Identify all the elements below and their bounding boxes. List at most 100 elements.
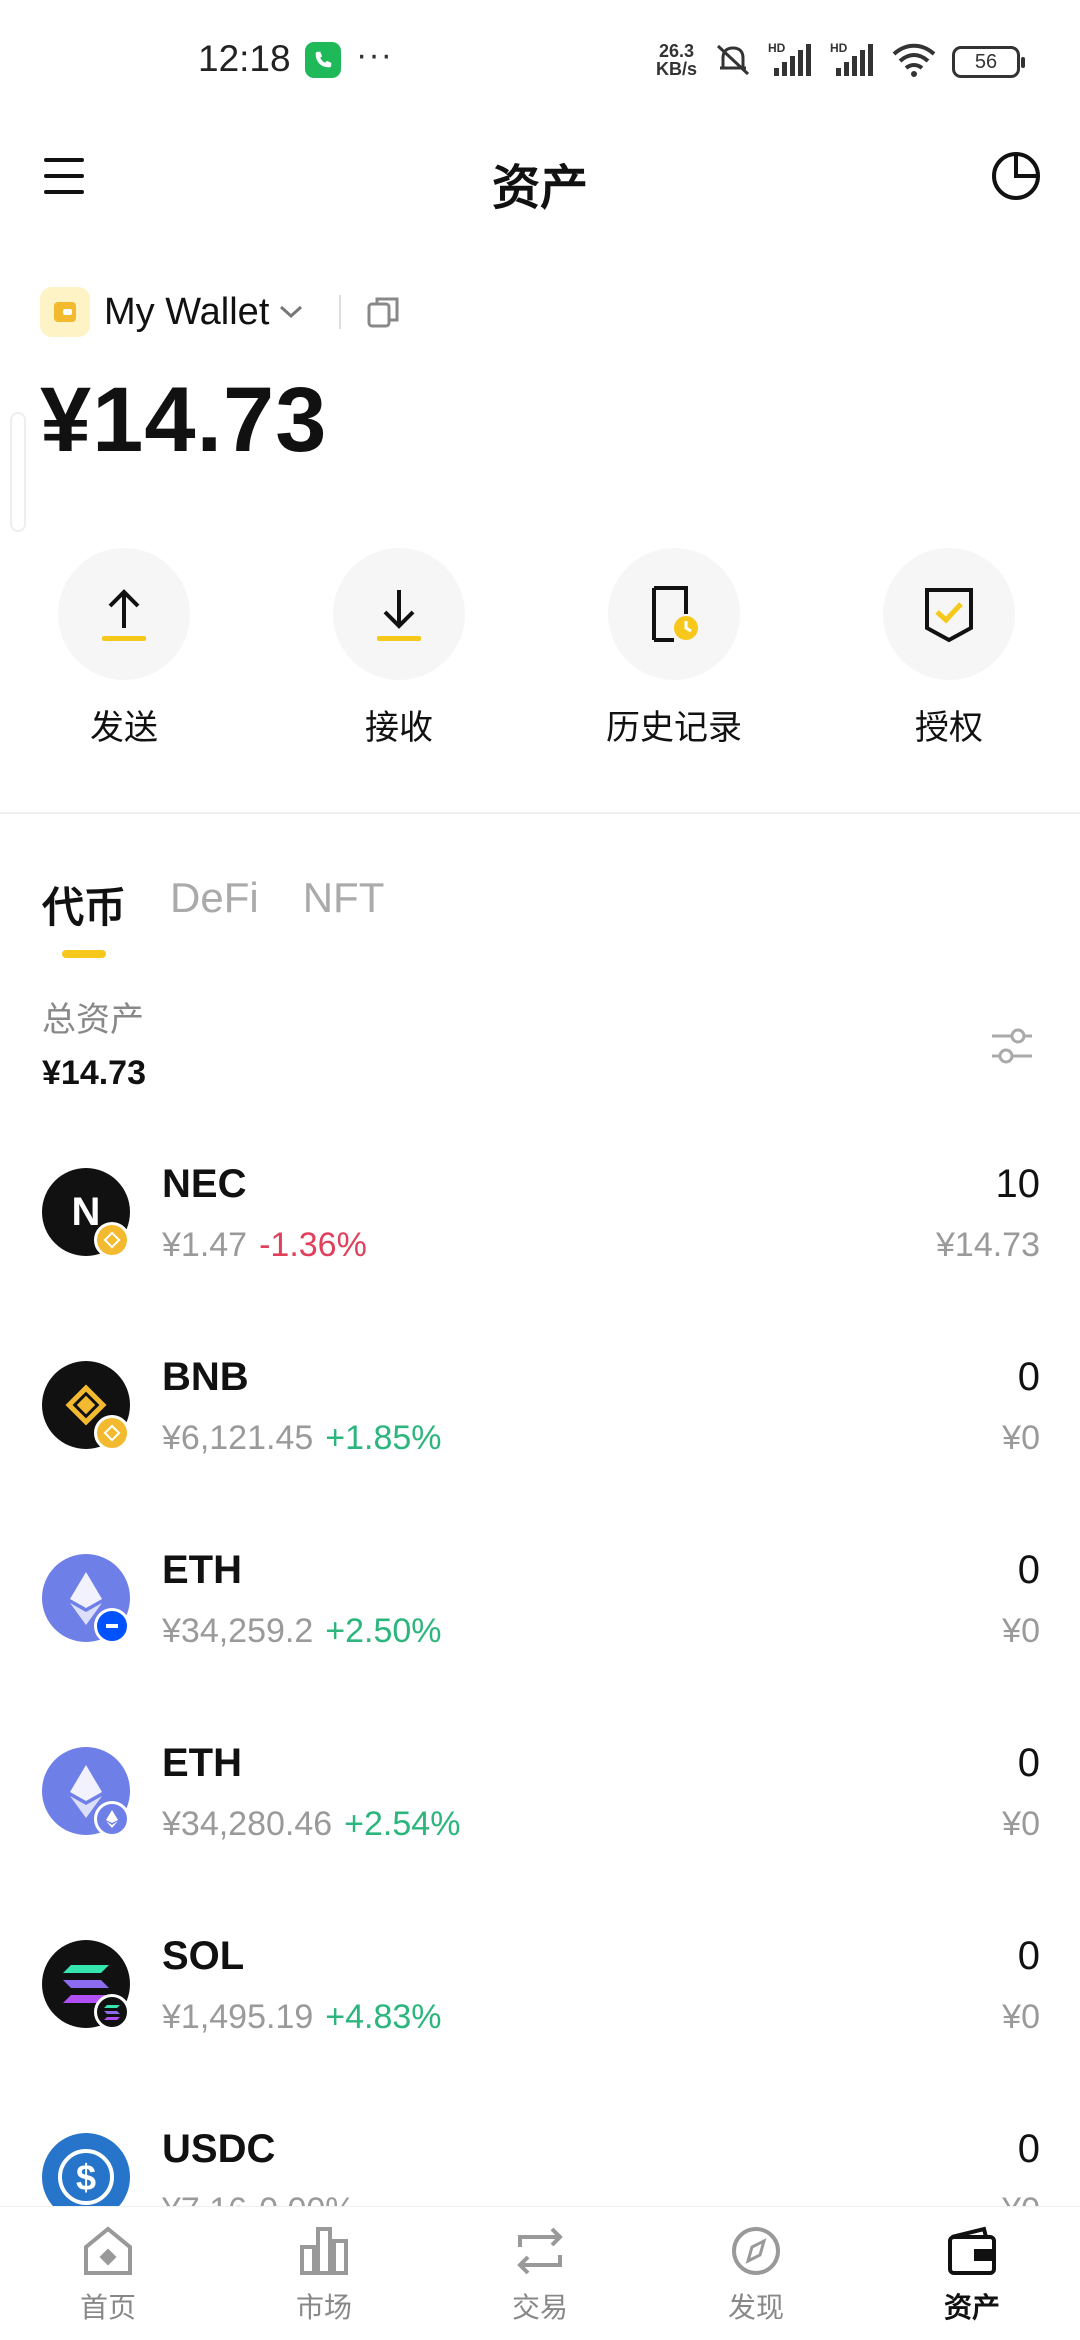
tab-indicator xyxy=(62,950,106,958)
wifi-icon xyxy=(892,43,936,77)
market-icon xyxy=(300,2227,348,2275)
token-row-bnb[interactable]: BNB ¥6,121.45 +1.85% 0 ¥0 xyxy=(0,1335,1080,1528)
token-symbol: NEC xyxy=(162,1162,247,1206)
authorize-icon xyxy=(883,548,1015,680)
token-value: ¥0 xyxy=(1002,1998,1040,2036)
token-change: -1.36% xyxy=(259,1226,367,1264)
svg-text:N: N xyxy=(72,1190,101,1234)
more-notifications-icon: ··· xyxy=(356,36,393,74)
pie-chart-icon[interactable] xyxy=(990,150,1042,202)
trade-icon xyxy=(517,2227,563,2275)
token-price: ¥6,121.45 +1.85% xyxy=(162,1419,442,1458)
wallet-selector[interactable]: My Wallet xyxy=(40,284,401,340)
ethereum-chain-badge-icon xyxy=(94,1801,130,1837)
top-bar: 资产 xyxy=(0,130,1080,226)
copy-icon[interactable] xyxy=(365,294,401,330)
token-row-nec[interactable]: N NEC ¥1.47 -1.36% 10 ¥14.73 xyxy=(0,1142,1080,1335)
wallet-balance: ¥14.73 xyxy=(40,369,328,471)
token-amount: 10 xyxy=(995,1162,1041,1206)
svg-text:$: $ xyxy=(76,2157,96,2198)
token-price-value: ¥1.47 xyxy=(162,1226,248,1264)
divider xyxy=(339,295,342,329)
authorize-label: 授权 xyxy=(915,709,983,747)
history-icon xyxy=(608,548,740,680)
svg-text:HD: HD xyxy=(768,41,786,55)
asset-tabs: 代币 DeFi NFT xyxy=(42,874,385,958)
solana-chain-badge-icon xyxy=(94,1994,130,2030)
base-chain-badge-icon xyxy=(94,1608,130,1644)
nav-market[interactable]: 市场 xyxy=(216,2207,432,2340)
nav-trade[interactable]: 交易 xyxy=(432,2207,648,2340)
receive-icon xyxy=(333,548,465,680)
token-row-eth[interactable]: ETH ¥34,280.46 +2.54% 0 ¥0 xyxy=(0,1721,1080,1914)
nav-home-label: 首页 xyxy=(79,2292,136,2323)
token-amount: 0 xyxy=(1017,1355,1040,1399)
token-row-sol[interactable]: SOL ¥1,495.19 +4.83% 0 ¥0 xyxy=(0,1914,1080,2107)
token-symbol: SOL xyxy=(162,1934,245,1978)
quick-actions: 发送 接收 历史记录 授权 xyxy=(0,548,1080,748)
token-change: +4.83% xyxy=(325,1998,442,2036)
page-title: 资产 xyxy=(491,162,588,215)
history-label: 历史记录 xyxy=(606,709,742,747)
status-icons: HD HD xyxy=(712,40,936,80)
tab-tokens[interactable]: 代币 xyxy=(42,874,127,958)
send-button[interactable]: 发送 xyxy=(24,548,224,749)
bottom-nav: 首页 市场 交易 发现 资产 xyxy=(0,2206,1080,2340)
filter-settings-icon[interactable] xyxy=(988,1024,1036,1068)
token-symbol: USDC xyxy=(162,2127,276,2171)
token-change: +2.54% xyxy=(344,1805,461,1843)
send-label: 发送 xyxy=(90,709,158,747)
nav-discover[interactable]: 发现 xyxy=(648,2207,864,2340)
nav-discover-label: 发现 xyxy=(727,2292,784,2323)
network-speed: 26.3 KB/s xyxy=(656,42,697,78)
nav-market-label: 市场 xyxy=(295,2292,352,2323)
token-value: ¥0 xyxy=(1002,1612,1040,1650)
network-speed-unit: KB/s xyxy=(656,59,698,79)
token-amount: 0 xyxy=(1017,1934,1040,1978)
nav-trade-label: 交易 xyxy=(511,2292,568,2323)
total-assets-value: ¥14.73 xyxy=(42,1054,146,1092)
token-change: +1.85% xyxy=(325,1419,442,1457)
token-amount: 0 xyxy=(1017,1548,1040,1592)
token-price-value: ¥1,495.19 xyxy=(162,1998,314,2036)
tab-defi[interactable]: DeFi xyxy=(170,874,259,935)
token-price: ¥1.47 -1.36% xyxy=(162,1226,367,1265)
token-symbol: BNB xyxy=(162,1355,249,1399)
status-bar: 12:18 ··· 26.3 KB/s HD HD 56 xyxy=(0,0,1080,120)
phone-call-icon xyxy=(305,42,341,78)
receive-button[interactable]: 接收 xyxy=(299,548,499,749)
token-amount: 0 xyxy=(1017,2127,1040,2171)
receive-label: 接收 xyxy=(365,709,433,747)
token-price: ¥1,495.19 +4.83% xyxy=(162,1998,442,2037)
token-change: +2.50% xyxy=(325,1612,442,1650)
send-icon xyxy=(58,548,190,680)
token-price-value: ¥6,121.45 xyxy=(162,1419,314,1457)
tab-tokens-label: 代币 xyxy=(42,884,127,931)
wallet-name[interactable]: My Wallet xyxy=(104,291,269,334)
signal-icon: HD xyxy=(830,41,873,76)
token-row-eth[interactable]: ETH ¥34,259.2 +2.50% 0 ¥0 xyxy=(0,1528,1080,1721)
chevron-down-icon[interactable] xyxy=(277,302,305,322)
token-list: N NEC ¥1.47 -1.36% 10 ¥14.73 BNB ¥6,121.4… xyxy=(0,1142,1080,2300)
section-divider xyxy=(0,812,1080,814)
nav-assets-label: 资产 xyxy=(943,2292,1000,2323)
nav-home[interactable]: 首页 xyxy=(0,2207,216,2340)
token-amount: 0 xyxy=(1017,1741,1040,1785)
token-price-value: ¥34,280.46 xyxy=(162,1805,333,1843)
bnb-chain-badge-icon xyxy=(94,1222,130,1258)
nav-assets[interactable]: 资产 xyxy=(864,2207,1080,2340)
bnb-chain-badge-icon xyxy=(94,1415,130,1451)
token-price-value: ¥34,259.2 xyxy=(162,1612,314,1650)
token-price: ¥34,259.2 +2.50% xyxy=(162,1612,442,1651)
token-value: ¥0 xyxy=(1002,1805,1040,1843)
authorize-button[interactable]: 授权 xyxy=(849,548,1049,749)
tab-nft[interactable]: NFT xyxy=(303,874,385,935)
token-value: ¥0 xyxy=(1002,1419,1040,1457)
svg-text:HD: HD xyxy=(830,41,848,55)
home-icon xyxy=(84,2226,132,2275)
history-button[interactable]: 历史记录 xyxy=(574,548,774,749)
scroll-edge xyxy=(10,412,26,532)
signal-icon: HD xyxy=(768,41,811,76)
battery-icon: 56 xyxy=(952,46,1025,78)
token-symbol: ETH xyxy=(162,1548,242,1592)
